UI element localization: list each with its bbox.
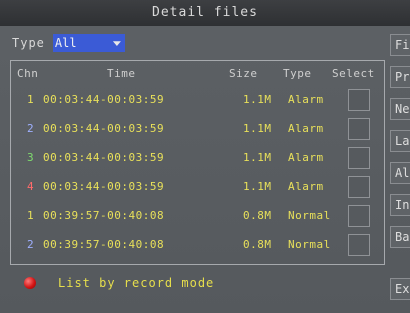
row-channel: 1 (27, 93, 35, 106)
row-time-range: 00:03:44-00:03:59 (43, 93, 165, 106)
type-filter-label: Type (12, 36, 45, 50)
side-button-next[interactable]: Ne (390, 98, 410, 120)
file-list: Chn Time Size Type Select 1 00:03:44-00:… (10, 60, 385, 265)
record-indicator-icon (24, 277, 36, 289)
row-time-range: 00:03:44-00:03:59 (43, 122, 165, 135)
row-channel: 3 (27, 151, 35, 164)
type-filter-value: All (54, 36, 77, 50)
row-record-type: Alarm (288, 122, 324, 135)
row-file-size: 0.8M (243, 238, 272, 251)
table-row[interactable]: 1 00:39:57-00:40:08 0.8M Normal (11, 203, 386, 229)
row-channel: 2 (27, 122, 35, 135)
table-header: Chn Time Size Type Select (11, 67, 386, 83)
row-record-type: Normal (288, 238, 331, 251)
header-type: Type (283, 67, 312, 80)
row-time-range: 00:39:57-00:40:08 (43, 238, 165, 251)
table-row[interactable]: 3 00:03:44-00:03:59 1.1M Alarm (11, 145, 386, 171)
side-button-first[interactable]: Fi (390, 34, 410, 56)
side-button-previous[interactable]: Pr (390, 66, 410, 88)
row-file-size: 1.1M (243, 122, 272, 135)
row-select-checkbox[interactable] (348, 205, 370, 227)
table-row[interactable]: 2 00:39:57-00:40:08 0.8M Normal (11, 232, 386, 258)
table-row[interactable]: 4 00:03:44-00:03:59 1.1M Alarm (11, 174, 386, 200)
side-button-last[interactable]: La (390, 130, 410, 152)
footer-mode-text: List by record mode (58, 276, 215, 290)
row-record-type: Alarm (288, 93, 324, 106)
row-time-range: 00:39:57-00:40:08 (43, 209, 165, 222)
header-chn: Chn (17, 67, 39, 80)
row-channel: 4 (27, 180, 35, 193)
row-select-checkbox[interactable] (348, 147, 370, 169)
side-button-all[interactable]: Al (390, 162, 410, 184)
row-time-range: 00:03:44-00:03:59 (43, 180, 165, 193)
row-select-checkbox[interactable] (348, 176, 370, 198)
row-record-type: Alarm (288, 151, 324, 164)
row-select-checkbox[interactable] (348, 118, 370, 140)
row-file-size: 1.1M (243, 180, 272, 193)
detail-files-screen: Detail files Type All Chn Time Size Type… (0, 0, 410, 313)
row-channel: 2 (27, 238, 35, 251)
footer: List by record mode (24, 276, 214, 290)
side-button-backup[interactable]: Ba (390, 226, 410, 248)
type-filter-dropdown[interactable]: All (52, 34, 125, 52)
window-title: Detail files (0, 0, 410, 26)
table-row[interactable]: 2 00:03:44-00:03:59 1.1M Alarm (11, 116, 386, 142)
table-row[interactable]: 1 00:03:44-00:03:59 1.1M Alarm (11, 87, 386, 113)
side-button-inverse[interactable]: In (390, 194, 410, 216)
header-time: Time (107, 67, 136, 80)
header-size: Size (229, 67, 258, 80)
type-filter-row: Type All (12, 34, 125, 52)
header-select: Select (332, 67, 375, 80)
row-time-range: 00:03:44-00:03:59 (43, 151, 165, 164)
row-file-size: 1.1M (243, 151, 272, 164)
side-button-exit[interactable]: Ex (390, 278, 410, 300)
chevron-down-icon (112, 41, 121, 46)
row-file-size: 1.1M (243, 93, 272, 106)
row-select-checkbox[interactable] (348, 89, 370, 111)
row-select-checkbox[interactable] (348, 234, 370, 256)
row-record-type: Normal (288, 209, 331, 222)
row-record-type: Alarm (288, 180, 324, 193)
row-file-size: 0.8M (243, 209, 272, 222)
row-channel: 1 (27, 209, 35, 222)
